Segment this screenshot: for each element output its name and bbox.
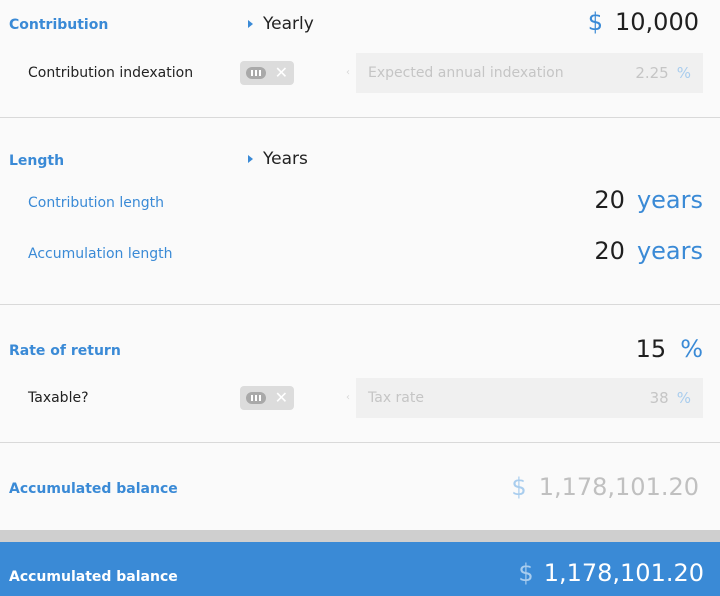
tax-rate-field[interactable]: Tax rate 38 % xyxy=(356,378,703,418)
result-bar: Accumulated balance $ 1,178,101.20 xyxy=(0,542,720,596)
currency-symbol: $ xyxy=(511,473,527,501)
contribution-label: Contribution xyxy=(9,17,109,33)
divider xyxy=(0,304,720,305)
length-unit-value: Years xyxy=(263,149,308,169)
taxable-toggle[interactable]: ✕ xyxy=(240,386,294,410)
contribution-length-unit: years xyxy=(636,186,703,214)
length-unit-selector[interactable]: Years xyxy=(248,149,308,169)
separator-band xyxy=(0,530,720,542)
contribution-amount: 10,000 xyxy=(615,8,699,36)
result-bar-value: $ 1,178,101.20 xyxy=(518,559,704,587)
indexation-unit: % xyxy=(676,64,691,82)
chevron-left-icon: ‹ xyxy=(346,392,350,403)
indexation-placeholder: Expected annual indexation xyxy=(368,65,564,81)
divider xyxy=(0,117,720,118)
chevron-left-icon: ‹ xyxy=(346,67,350,78)
indexation-field[interactable]: Expected annual indexation 2.25 % xyxy=(356,53,703,93)
rate-of-return-label: Rate of return xyxy=(9,343,121,359)
length-label: Length xyxy=(9,153,65,169)
accumulated-balance-display: $ 1,178,101.20 xyxy=(511,473,699,501)
accumulation-length-field[interactable]: 20 years xyxy=(594,237,703,265)
toggle-grip-icon xyxy=(246,67,266,79)
accumulated-balance-label: Accumulated balance xyxy=(9,481,178,497)
contribution-length-value: 20 xyxy=(594,186,625,214)
caret-right-icon xyxy=(248,155,253,163)
contribution-indexation-label: Contribution indexation xyxy=(28,65,194,81)
contribution-length-label: Contribution length xyxy=(28,195,165,211)
taxable-label: Taxable? xyxy=(28,390,89,406)
currency-symbol: $ xyxy=(587,8,604,36)
accumulation-length-value: 20 xyxy=(594,237,625,265)
tax-rate-placeholder: Tax rate xyxy=(368,390,424,406)
tax-rate-unit: % xyxy=(676,389,691,407)
tax-rate-value: 38 xyxy=(649,389,669,407)
rate-of-return-value: 15 xyxy=(635,335,667,363)
accumulated-balance-amount: 1,178,101.20 xyxy=(538,473,699,501)
accumulation-length-label: Accumulation length xyxy=(28,246,173,262)
toggle-grip-icon xyxy=(246,392,266,404)
currency-symbol: $ xyxy=(518,559,534,587)
divider xyxy=(0,442,720,443)
contribution-length-field[interactable]: 20 years xyxy=(594,186,703,214)
close-icon: ✕ xyxy=(274,388,288,407)
contribution-amount-field[interactable]: $ 10,000 xyxy=(588,8,699,36)
result-bar-amount: 1,178,101.20 xyxy=(543,559,704,587)
result-bar-label: Accumulated balance xyxy=(9,569,178,585)
rate-of-return-field[interactable]: 15 % xyxy=(636,335,703,363)
frequency-selector[interactable]: Yearly xyxy=(248,14,314,34)
accumulation-length-unit: years xyxy=(636,237,703,265)
rate-of-return-unit: % xyxy=(680,335,703,363)
indexation-value: 2.25 xyxy=(635,64,669,82)
frequency-value: Yearly xyxy=(263,14,314,34)
close-icon: ✕ xyxy=(274,63,288,82)
indexation-toggle[interactable]: ✕ xyxy=(240,61,294,85)
caret-right-icon xyxy=(248,20,253,28)
